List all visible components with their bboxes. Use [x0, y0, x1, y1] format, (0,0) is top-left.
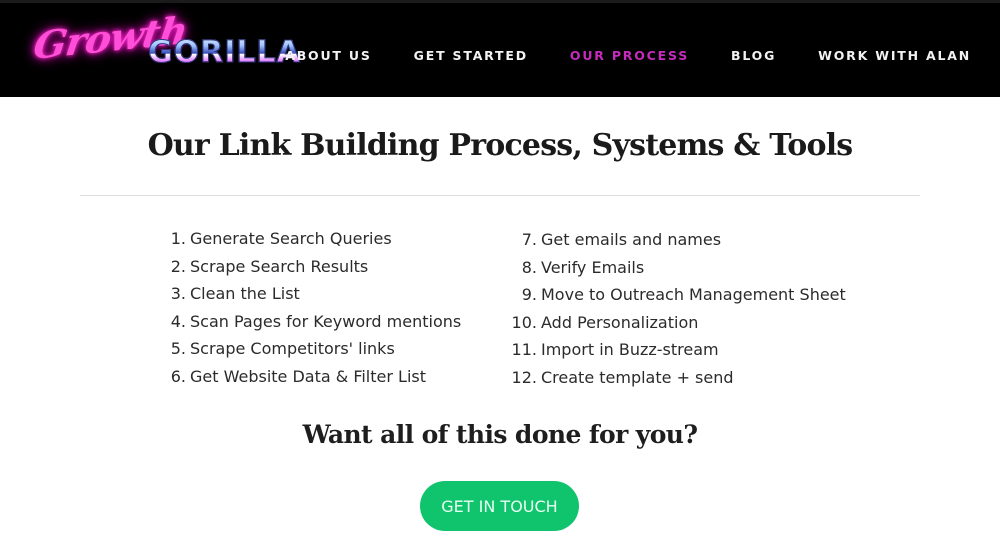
step-number: 10.: [511, 312, 537, 332]
step-number: 2.: [170, 256, 186, 276]
get-in-touch-button[interactable]: GET IN TOUCH: [420, 481, 579, 531]
process-step: 3. Clean the List: [160, 280, 461, 308]
site-header: Growth GORILLA ABOUT US GET STARTED OUR …: [0, 0, 1000, 97]
step-label: Get emails and names: [541, 230, 722, 249]
title-divider: [80, 195, 920, 196]
process-step: 12. Create template + send: [500, 364, 846, 392]
process-step: 7. Get emails and names: [500, 226, 846, 254]
nav-item-work-with-alan[interactable]: WORK WITH ALAN: [818, 48, 971, 63]
process-step: 8. Verify Emails: [500, 254, 846, 282]
step-label: Scrape Search Results: [190, 256, 369, 276]
process-steps-left: 1. Generate Search Queries 2. Scrape Searc…: [160, 225, 461, 390]
nav-item-get-started[interactable]: GET STARTED: [414, 48, 528, 63]
page-title: Our Link Building Process, Systems & Too…: [147, 128, 854, 163]
cta-heading: Want all of this done for you?: [302, 420, 698, 449]
process-step: 4. Scan Pages for Keyword mentions: [160, 308, 461, 336]
step-number: 1.: [170, 229, 186, 248]
step-label: Scrape Competitors' links: [190, 339, 395, 358]
logo-block-text: GORILLA: [148, 35, 301, 71]
step-number: 4.: [170, 311, 186, 331]
step-number: 5.: [170, 339, 186, 358]
step-label: Verify Emails: [541, 257, 645, 277]
step-label: Import in Buzz-stream: [541, 340, 719, 359]
step-number: 7.: [521, 230, 537, 249]
step-number: 3.: [170, 284, 186, 303]
process-step: 11. Import in Buzz-stream: [500, 336, 846, 364]
step-number: 6.: [170, 366, 186, 386]
step-number: 12.: [511, 367, 537, 387]
process-step: 2. Scrape Search Results: [160, 253, 461, 281]
step-label: Add Personalization: [541, 312, 699, 332]
step-number: 9.: [521, 285, 537, 304]
step-label: Create template + send: [541, 367, 734, 387]
process-step: 6. Get Website Data & Filter List: [160, 363, 461, 391]
step-label: Scan Pages for Keyword mentions: [190, 311, 462, 331]
process-step: 10. Add Personalization: [500, 309, 846, 337]
step-number: 11.: [511, 340, 537, 359]
process-step: 1. Generate Search Queries: [160, 225, 461, 253]
process-step: 5. Scrape Competitors' links: [160, 335, 461, 363]
nav-item-blog[interactable]: BLOG: [731, 48, 776, 63]
main-nav: ABOUT US GET STARTED OUR PROCESS BLOG WO…: [285, 48, 971, 63]
process-steps-right: 7. Get emails and names 8. Verify Emails 9…: [500, 226, 846, 391]
step-label: Get Website Data & Filter List: [190, 366, 426, 386]
step-label: Move to Outreach Management Sheet: [541, 285, 846, 304]
nav-item-our-process[interactable]: OUR PROCESS: [570, 48, 689, 63]
step-number: 8.: [521, 257, 537, 277]
nav-item-about-us[interactable]: ABOUT US: [285, 48, 371, 63]
process-step: 9. Move to Outreach Management Sheet: [500, 281, 846, 309]
step-label: Clean the List: [190, 284, 300, 303]
step-label: Generate Search Queries: [190, 229, 392, 248]
